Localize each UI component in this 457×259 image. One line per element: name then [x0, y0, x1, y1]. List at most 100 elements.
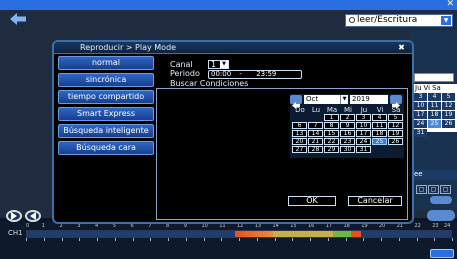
- timeline-tick: [168, 238, 169, 241]
- recording-segment: [333, 231, 351, 237]
- mode-normal-button[interactable]: normal: [58, 56, 154, 70]
- recording-segment: [273, 231, 333, 237]
- calendar-day[interactable]: 11: [372, 122, 387, 129]
- calendar-day[interactable]: 22: [324, 138, 339, 145]
- weekday-label: Ma: [326, 106, 338, 114]
- mode-sync-button[interactable]: sincrónica: [58, 73, 154, 87]
- access-mode-select[interactable]: leer/Escritura ▼: [345, 14, 453, 27]
- canal-value: 1: [211, 60, 217, 69]
- periodo-separator: -: [239, 70, 242, 78]
- calendar-day[interactable]: 27: [292, 146, 307, 153]
- calendar-day[interactable]: 13: [292, 130, 307, 137]
- chevron-down-icon: ▼: [441, 16, 451, 25]
- zoom-button[interactable]: [427, 210, 455, 221]
- calendar-day[interactable]: 24: [414, 120, 427, 128]
- chevron-down-icon: ▼: [340, 95, 348, 104]
- calendar-week: 24 25 26: [413, 120, 457, 128]
- calendar-day[interactable]: 1: [324, 114, 339, 121]
- canal-select[interactable]: 1 ▼: [208, 60, 229, 69]
- next-month-button[interactable]: [390, 95, 402, 109]
- calendar-day[interactable]: 10: [356, 122, 371, 129]
- close-icon[interactable]: ✖: [397, 43, 406, 52]
- calendar-day[interactable]: 30: [340, 146, 355, 153]
- grid-icon[interactable]: ▢: [428, 185, 439, 194]
- calendar-day[interactable]: 21: [308, 138, 323, 145]
- right-panel-buttons: ▢ ▢ ▢: [416, 185, 451, 194]
- calendar-day[interactable]: 3: [356, 114, 371, 121]
- calendar-day[interactable]: 15: [324, 130, 339, 137]
- calendar-day[interactable]: 26: [388, 138, 403, 145]
- search-conditions-label: Buscar Condiciones: [170, 79, 252, 88]
- calendar-day[interactable]: 29: [324, 146, 339, 153]
- periodo-range[interactable]: 00:00 - 23:59: [208, 70, 302, 79]
- calendar-day[interactable]: 11: [428, 102, 441, 110]
- timeline-tick: [221, 238, 223, 241]
- calendar-week: 10 11 12: [413, 102, 457, 110]
- grid-icon[interactable]: ▢: [416, 185, 427, 194]
- mode-face-search-button[interactable]: Búsqueda cara: [58, 141, 154, 155]
- right-panel-label: ee: [412, 170, 457, 180]
- calendar-weekdays: Do Lu Ma Mi Ju Vi Sa: [292, 106, 404, 114]
- calendar-day[interactable]: 4: [372, 114, 387, 121]
- calendar-day[interactable]: 4: [428, 93, 441, 101]
- timeline-tick: [345, 238, 347, 241]
- calendar-day[interactable]: 23: [340, 138, 355, 145]
- calendar-day[interactable]: 6: [292, 122, 307, 129]
- mode-timeshare-button[interactable]: tiempo compartido: [58, 90, 154, 104]
- periodo-start[interactable]: 00:00: [211, 70, 231, 78]
- close-icon[interactable]: ✕: [446, 0, 454, 9]
- right-search-button[interactable]: [430, 196, 452, 204]
- calendar-day[interactable]: 7: [308, 122, 323, 129]
- calendar-week: 20 21 22 23 24 25 26: [292, 138, 404, 145]
- back-arrow-icon[interactable]: [8, 12, 28, 26]
- calendar-day[interactable]: 18: [372, 130, 387, 137]
- timeline-zoom-button[interactable]: [430, 249, 454, 258]
- calendar-day[interactable]: 24: [356, 138, 371, 145]
- periodo-label: Periodo: [170, 69, 200, 78]
- ok-button[interactable]: OK: [288, 196, 336, 206]
- calendar-empty-cell: [292, 114, 307, 121]
- calendar-day[interactable]: 3: [414, 93, 427, 101]
- calendar-day[interactable]: 20: [292, 138, 307, 145]
- mode-smart-search-button[interactable]: Búsqueda inteligente: [58, 124, 154, 138]
- calendar-day[interactable]: 8: [324, 122, 339, 129]
- calendar-day[interactable]: 16: [340, 130, 355, 137]
- calendar-day[interactable]: 31: [356, 146, 371, 153]
- calendar: Oct ▼ 2019 Do Lu Ma Mi Ju Vi Sa 1 2 3 4 5 6 7 8 9 10 11 1…: [290, 94, 404, 158]
- calendar-day[interactable]: 31: [414, 129, 427, 137]
- mode-list: normal sincrónica tiempo compartido Smar…: [58, 56, 154, 158]
- calendar-day[interactable]: 9: [340, 122, 355, 129]
- calendar-day[interactable]: 10: [414, 102, 427, 110]
- right-panel-field[interactable]: [414, 73, 454, 82]
- calendar-day[interactable]: 28: [308, 146, 323, 153]
- play-button[interactable]: [6, 210, 22, 222]
- calendar-empty-cell: [388, 146, 403, 153]
- timeline-hour-label: 24: [444, 223, 451, 229]
- calendar-day[interactable]: 26: [442, 120, 455, 128]
- calendar-day[interactable]: 2: [340, 114, 355, 121]
- calendar-day[interactable]: 17: [414, 111, 427, 119]
- calendar-day[interactable]: 19: [388, 130, 403, 137]
- timeline-tick: [327, 238, 329, 241]
- calendar-day[interactable]: 14: [308, 130, 323, 137]
- calendar-day[interactable]: 5: [388, 114, 403, 121]
- mode-smart-express-button[interactable]: Smart Express: [58, 107, 154, 121]
- calendar-day[interactable]: 5: [442, 93, 455, 101]
- calendar-day[interactable]: 19: [442, 111, 455, 119]
- periodo-end[interactable]: 23:59: [256, 70, 276, 78]
- timeline-tick: [274, 238, 276, 241]
- month-select[interactable]: Oct ▼: [304, 95, 348, 104]
- cancel-button[interactable]: Cancelar: [348, 196, 402, 206]
- calendar-day[interactable]: 25: [428, 120, 441, 128]
- grid-icon[interactable]: ▢: [440, 185, 451, 194]
- prev-month-button[interactable]: [290, 95, 302, 109]
- calendar-day[interactable]: 12: [442, 102, 455, 110]
- calendar-day[interactable]: 12: [388, 122, 403, 129]
- calendar-day[interactable]: 18: [428, 111, 441, 119]
- weekday-label: Do: [295, 106, 305, 114]
- calendar-day[interactable]: 25: [372, 138, 387, 145]
- year-value: 2019: [352, 95, 370, 103]
- year-field[interactable]: 2019: [350, 95, 388, 104]
- reverse-button[interactable]: [25, 210, 41, 222]
- calendar-day[interactable]: 17: [356, 130, 371, 137]
